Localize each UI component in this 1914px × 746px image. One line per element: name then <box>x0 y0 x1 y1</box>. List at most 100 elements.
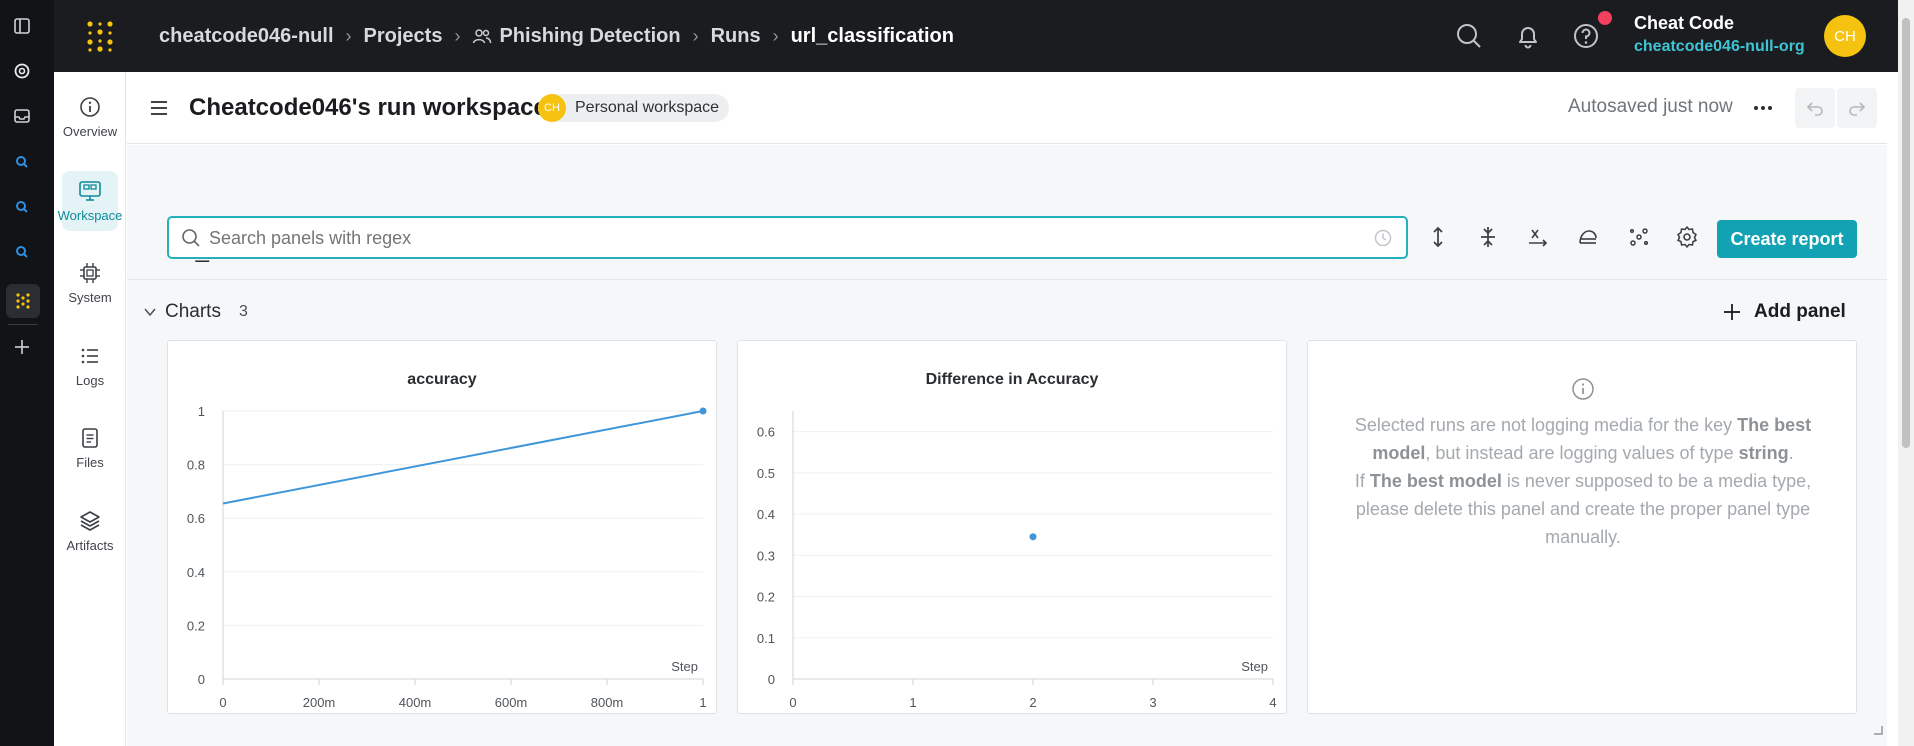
message-text: , but instead are logging values of type <box>1425 443 1739 463</box>
nav-item-artifacts[interactable]: Artifacts <box>62 502 118 560</box>
breadcrumb-entity[interactable]: cheatcode046-null <box>159 25 334 48</box>
y-tick-label: 0 <box>198 672 205 687</box>
breadcrumb-projects[interactable]: Projects <box>364 25 443 48</box>
plus-icon[interactable] <box>12 337 32 357</box>
workspace-header: Cheatcode046's run workspace CH Personal… <box>127 72 1887 144</box>
x-tick-label: 0 <box>219 695 226 710</box>
chip-icon <box>80 262 100 283</box>
x-tick-label: 400m <box>399 695 432 710</box>
run-sidebar: Overview Workspace System Logs Files Art… <box>54 72 126 746</box>
search-icon[interactable] <box>12 152 32 172</box>
message-text: If <box>1354 471 1370 491</box>
add-panel-label: Add panel <box>1754 301 1846 322</box>
nav-item-files[interactable]: Files <box>62 419 118 477</box>
nav-label: Overview <box>62 123 118 139</box>
search-icon[interactable] <box>1455 22 1483 50</box>
difference-chart: 0 0.1 0.2 0.3 0.4 0.5 0.6 0 1 2 3 4 Step <box>757 411 1277 710</box>
workspace-title: Cheatcode046's run workspace <box>189 94 547 121</box>
x-tick-label: 600m <box>495 695 528 710</box>
chevron-right-icon: › <box>772 25 779 46</box>
y-tick-label: 0.2 <box>187 618 205 633</box>
breadcrumb-project[interactable]: Phishing Detection <box>499 25 680 48</box>
panel-search <box>167 216 1408 259</box>
avatar[interactable]: CH <box>1824 15 1866 57</box>
smoothing-icon[interactable] <box>1572 221 1604 253</box>
scrollbar-thumb[interactable] <box>1902 18 1910 448</box>
scrollbar[interactable] <box>1898 0 1914 746</box>
y-tick-label: 0.2 <box>757 590 775 605</box>
expand-panels-icon[interactable] <box>1422 221 1454 253</box>
bell-icon[interactable] <box>1514 22 1542 50</box>
redo-icon[interactable] <box>1837 88 1877 128</box>
outliers-icon[interactable] <box>1623 221 1655 253</box>
chevron-right-icon: › <box>454 25 461 46</box>
nav-label: Logs <box>75 372 105 388</box>
message-text: . <box>1788 443 1794 463</box>
openai-icon[interactable] <box>12 61 32 81</box>
nav-item-system[interactable]: System <box>62 254 118 312</box>
people-icon <box>472 27 492 45</box>
nav-label: Artifacts <box>66 537 114 553</box>
message-type: string <box>1738 443 1789 463</box>
history-icon[interactable] <box>1373 228 1393 248</box>
nav-item-workspace[interactable]: Workspace <box>58 171 122 231</box>
help-icon[interactable] <box>1572 22 1600 50</box>
section-divider <box>127 279 1887 280</box>
menu-icon[interactable] <box>149 98 169 118</box>
breadcrumb-runs[interactable]: Runs <box>711 25 761 48</box>
window-icon[interactable] <box>12 16 32 36</box>
search-icon <box>182 229 200 247</box>
chart-panel-accuracy[interactable]: accuracy 0 0.2 0.4 0.6 0.8 1 0 200m 400m 600m 800m… <box>167 340 717 714</box>
nav-label: System <box>68 289 112 305</box>
nav-item-logs[interactable]: Logs <box>62 337 118 395</box>
avatar: CH <box>538 94 566 122</box>
main-area: Cheatcode046's run workspace CH Personal… <box>127 72 1887 746</box>
workspace-badge[interactable]: CH Personal workspace <box>538 94 730 122</box>
x-tick-label: 3 <box>1149 695 1156 710</box>
create-report-button[interactable]: Create report <box>1717 220 1857 258</box>
chevron-down-icon[interactable] <box>143 305 157 319</box>
search-icon[interactable] <box>12 197 32 217</box>
file-icon <box>82 427 98 448</box>
workspace-badge-label: Personal workspace <box>575 99 720 116</box>
y-tick-label: 0.4 <box>187 565 205 580</box>
notification-dot <box>1598 11 1612 25</box>
y-tick-label: 1 <box>198 404 205 419</box>
y-tick-label: 0 <box>768 672 775 687</box>
x-tick-label: 0 <box>789 695 796 710</box>
resize-handle-icon[interactable] <box>1873 722 1883 735</box>
autosave-status: Autosaved just now <box>1568 96 1733 117</box>
top-bar: cheatcode046-null › Projects › Phishing … <box>54 0 1914 72</box>
nav-label: Workspace <box>57 207 123 223</box>
search-input[interactable] <box>209 224 1349 252</box>
chevron-right-icon: › <box>345 25 352 46</box>
media-panel[interactable]: Selected runs are not logging media for … <box>1307 340 1857 714</box>
nav-item-overview[interactable]: Overview <box>62 88 118 146</box>
info-icon <box>80 96 100 117</box>
user-name: Cheat Code <box>1634 13 1735 33</box>
y-tick-label: 0.5 <box>757 466 775 481</box>
user-org[interactable]: cheatcode046-null-org <box>1634 38 1805 56</box>
inbox-icon[interactable] <box>12 106 32 126</box>
wandb-tab-icon[interactable] <box>6 284 40 318</box>
wandb-logo-icon[interactable] <box>82 18 118 54</box>
undo-icon[interactable] <box>1795 88 1835 128</box>
y-tick-label: 0.1 <box>757 631 775 646</box>
data-point <box>699 407 707 415</box>
chart-panel-difference[interactable]: Difference in Accuracy 0 0.1 0.2 0.3 0.4 0.5 0… <box>737 340 1287 714</box>
y-tick-label: 0.4 <box>757 507 775 522</box>
gear-icon[interactable] <box>1671 221 1703 253</box>
chevron-right-icon: › <box>692 25 699 46</box>
add-panel-button[interactable]: Add panel <box>1722 298 1846 326</box>
search-icon[interactable] <box>12 242 32 262</box>
more-icon[interactable] <box>1751 98 1775 118</box>
data-point <box>1029 533 1037 541</box>
y-tick-label: 0.6 <box>187 511 205 526</box>
x-tick-label: 800m <box>591 695 624 710</box>
breadcrumb-run[interactable]: url_classification <box>791 25 954 48</box>
collapse-panels-icon[interactable] <box>1472 221 1504 253</box>
x-axis-icon[interactable] <box>1522 221 1554 253</box>
section-label[interactable]: Charts <box>165 301 221 323</box>
x-tick-label: 4 <box>1269 695 1276 710</box>
nav-label: Files <box>76 454 104 470</box>
